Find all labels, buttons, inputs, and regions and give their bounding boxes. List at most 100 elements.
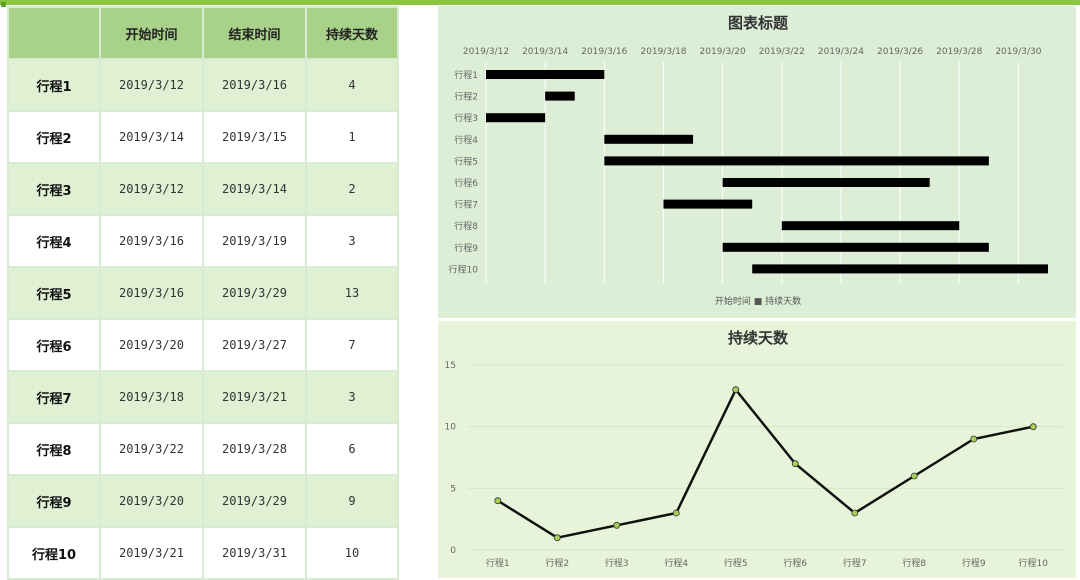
line-series-path xyxy=(497,387,1034,539)
table-row: 行程7 2019/3/18 2019/3/21 3 xyxy=(7,370,399,424)
line-x-tick-label: 行程4 xyxy=(664,557,688,569)
duration-cell[interactable]: 9 xyxy=(305,474,399,528)
row-name-cell[interactable]: 行程5 xyxy=(7,266,101,320)
start-date-cell[interactable]: 2019/3/21 xyxy=(99,526,204,580)
gantt-bar[interactable] xyxy=(722,178,930,187)
start-date-cell[interactable]: 2019/3/20 xyxy=(99,474,204,528)
row-name-cell[interactable]: 行程8 xyxy=(7,422,101,476)
end-date-cell[interactable]: 2019/3/21 xyxy=(202,370,307,424)
end-date-cell[interactable]: 2019/3/28 xyxy=(202,422,307,476)
line-point-marker[interactable] xyxy=(672,509,680,517)
gantt-bar[interactable] xyxy=(545,91,575,101)
end-date-cell[interactable]: 2019/3/15 xyxy=(202,110,307,164)
header-cell-corner[interactable] xyxy=(7,6,101,60)
line-point-marker[interactable] xyxy=(791,460,799,468)
table-row: 行程5 2019/3/16 2019/3/29 13 xyxy=(7,266,399,320)
line-x-tick-label: 行程10 xyxy=(1019,557,1049,569)
end-date-cell[interactable]: 2019/3/19 xyxy=(202,214,307,268)
start-date-cell[interactable]: 2019/3/18 xyxy=(99,370,204,424)
line-point-marker[interactable] xyxy=(970,435,978,443)
end-date-cell[interactable]: 2019/3/29 xyxy=(202,474,307,528)
line-point-marker[interactable] xyxy=(1029,423,1037,431)
gantt-y-tick-label: 行程9 xyxy=(454,242,478,254)
row-name-cell[interactable]: 行程10 xyxy=(7,526,101,580)
gantt-y-tick-label: 行程10 xyxy=(449,263,479,275)
line-point-marker[interactable] xyxy=(553,534,561,542)
gantt-bar[interactable] xyxy=(486,70,605,79)
duration-cell[interactable]: 13 xyxy=(305,266,399,320)
line-x-tick-label: 行程5 xyxy=(724,557,748,569)
line-point-marker[interactable] xyxy=(910,472,918,480)
duration-cell[interactable]: 4 xyxy=(305,58,399,112)
line-point-marker[interactable] xyxy=(732,386,740,394)
duration-cell[interactable]: 6 xyxy=(305,422,399,476)
table-row: 行程1 2019/3/12 2019/3/16 4 xyxy=(7,58,399,112)
row-name-cell[interactable]: 行程2 xyxy=(7,110,101,164)
gantt-bar[interactable] xyxy=(752,264,1048,274)
gantt-chart-panel[interactable]: 图表标题 2019/3/12 2019/3/14 2019/3/16 2019/3/18… xyxy=(438,6,1076,318)
table-row: 行程4 2019/3/16 2019/3/19 3 xyxy=(7,214,399,268)
line-x-tick-label: 行程6 xyxy=(783,557,807,569)
start-date-cell[interactable]: 2019/3/12 xyxy=(99,162,204,216)
header-cell-end[interactable]: 结束时间 xyxy=(202,6,307,60)
header-cell-days[interactable]: 持续天数 xyxy=(305,6,399,60)
start-date-cell[interactable]: 2019/3/14 xyxy=(99,110,204,164)
table-row: 行程3 2019/3/12 2019/3/14 2 xyxy=(7,162,399,216)
row-name-cell[interactable]: 行程6 xyxy=(7,318,101,372)
duration-cell[interactable]: 10 xyxy=(305,526,399,580)
gantt-y-tick-label: 行程1 xyxy=(454,69,478,81)
line-x-tick-label: 行程7 xyxy=(843,557,867,569)
line-point-marker[interactable] xyxy=(851,509,859,517)
duration-cell[interactable]: 7 xyxy=(305,318,399,372)
start-date-cell[interactable]: 2019/3/12 xyxy=(99,58,204,112)
gantt-x-tick-label: 2019/3/24 xyxy=(818,47,864,57)
header-cell-start[interactable]: 开始时间 xyxy=(99,6,204,60)
end-date-cell[interactable]: 2019/3/14 xyxy=(202,162,307,216)
gantt-x-tick-label: 2019/3/14 xyxy=(522,47,568,57)
gantt-legend: 开始时间 ■ 持续天数 xyxy=(715,295,801,307)
row-name-cell[interactable]: 行程1 xyxy=(7,58,101,112)
gantt-x-tick-label: 2019/3/20 xyxy=(700,47,746,57)
end-date-cell[interactable]: 2019/3/31 xyxy=(202,526,307,580)
line-point-marker[interactable] xyxy=(494,497,502,505)
gantt-bar[interactable] xyxy=(486,113,546,123)
start-date-cell[interactable]: 2019/3/16 xyxy=(99,214,204,268)
gantt-title: 图表标题 xyxy=(728,14,789,32)
gantt-bar[interactable] xyxy=(604,156,989,166)
table-row: 行程2 2019/3/14 2019/3/15 1 xyxy=(7,110,399,164)
duration-cell[interactable]: 2 xyxy=(305,162,399,216)
end-date-cell[interactable]: 2019/3/16 xyxy=(202,58,307,112)
line-x-tick-label: 行程8 xyxy=(902,557,926,569)
line-chart-panel[interactable]: 持续天数 0 5 10 15 行程1 行程2 行程3 行程4 行程5 行程6 行程7 行程8 行程9 行程1… xyxy=(438,321,1076,578)
row-name-cell[interactable]: 行程9 xyxy=(7,474,101,528)
gantt-y-tick-label: 行程6 xyxy=(454,177,478,189)
line-y-tick-label: 0 xyxy=(450,546,456,556)
row-name-cell[interactable]: 行程3 xyxy=(7,162,101,216)
gantt-y-tick-label: 行程8 xyxy=(454,220,478,232)
gantt-y-tick-label: 行程2 xyxy=(454,91,478,103)
start-date-cell[interactable]: 2019/3/16 xyxy=(99,266,204,320)
gantt-bar[interactable] xyxy=(781,221,960,231)
row-name-cell[interactable]: 行程7 xyxy=(7,370,101,424)
line-point-marker[interactable] xyxy=(613,521,621,529)
line-y-tick-label: 10 xyxy=(445,423,457,433)
line-x-tick-label: 行程2 xyxy=(545,557,569,569)
gantt-x-tick-label: 2019/3/28 xyxy=(936,47,982,57)
row-name-cell[interactable]: 行程4 xyxy=(7,214,101,268)
line-x-tick-label: 行程9 xyxy=(962,557,986,569)
duration-cell[interactable]: 1 xyxy=(305,110,399,164)
gantt-y-tick-label: 行程3 xyxy=(454,112,478,124)
end-date-cell[interactable]: 2019/3/29 xyxy=(202,266,307,320)
duration-cell[interactable]: 3 xyxy=(305,214,399,268)
line-y-tick-label: 5 xyxy=(450,484,456,494)
end-date-cell[interactable]: 2019/3/27 xyxy=(202,318,307,372)
start-date-cell[interactable]: 2019/3/20 xyxy=(99,318,204,372)
table-row: 行程6 2019/3/20 2019/3/27 7 xyxy=(7,318,399,372)
start-date-cell[interactable]: 2019/3/22 xyxy=(99,422,204,476)
duration-cell[interactable]: 3 xyxy=(305,370,399,424)
gantt-y-tick-label: 行程5 xyxy=(454,155,478,167)
gantt-bar[interactable] xyxy=(722,242,989,252)
gantt-bar[interactable] xyxy=(604,134,694,144)
gantt-bar[interactable] xyxy=(663,199,753,209)
line-chart-title: 持续天数 xyxy=(728,329,789,347)
